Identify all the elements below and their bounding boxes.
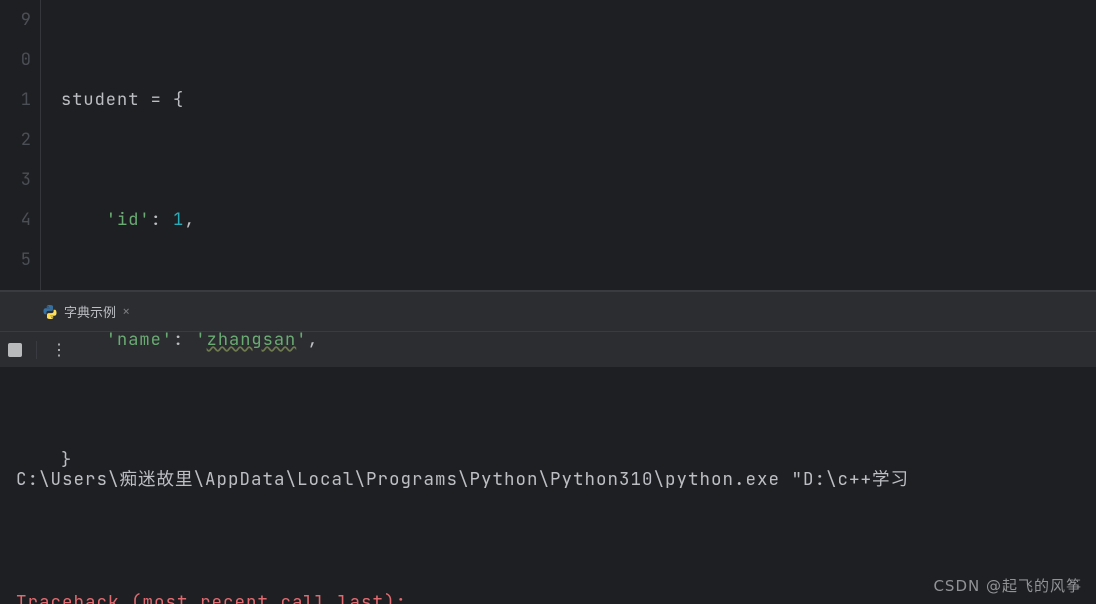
tab-label: 字典示例 [64,302,116,321]
toolbar-separator [36,341,37,359]
watermark: CSDN @起飞的风筝 [933,575,1082,596]
code-line: student = { [61,80,1096,120]
editor-pane: 9 0 1 2 3 4 5 student = { 'id': 1, 'name… [0,0,1096,290]
gutter-number: 3 [0,160,32,200]
close-icon[interactable]: × [122,303,130,321]
gutter-number: 9 [0,0,32,40]
code-line: 'id': 1, [61,200,1096,240]
gutter-number: 2 [0,120,32,160]
gutter-number: 1 [0,80,32,120]
stop-icon[interactable] [8,343,22,357]
more-icon[interactable]: ⋮ [51,339,67,360]
gutter-number: 0 [0,40,32,80]
python-file-icon [42,304,58,320]
gutter-number: 4 [0,200,32,240]
run-tab[interactable]: 字典示例 × [36,292,136,331]
code-area[interactable]: student = { 'id': 1, 'name': 'zhangsan',… [40,0,1096,290]
gutter-number: 5 [0,240,32,280]
line-gutter: 9 0 1 2 3 4 5 [0,0,40,290]
code-line: 'name': 'zhangsan', [61,320,1096,360]
